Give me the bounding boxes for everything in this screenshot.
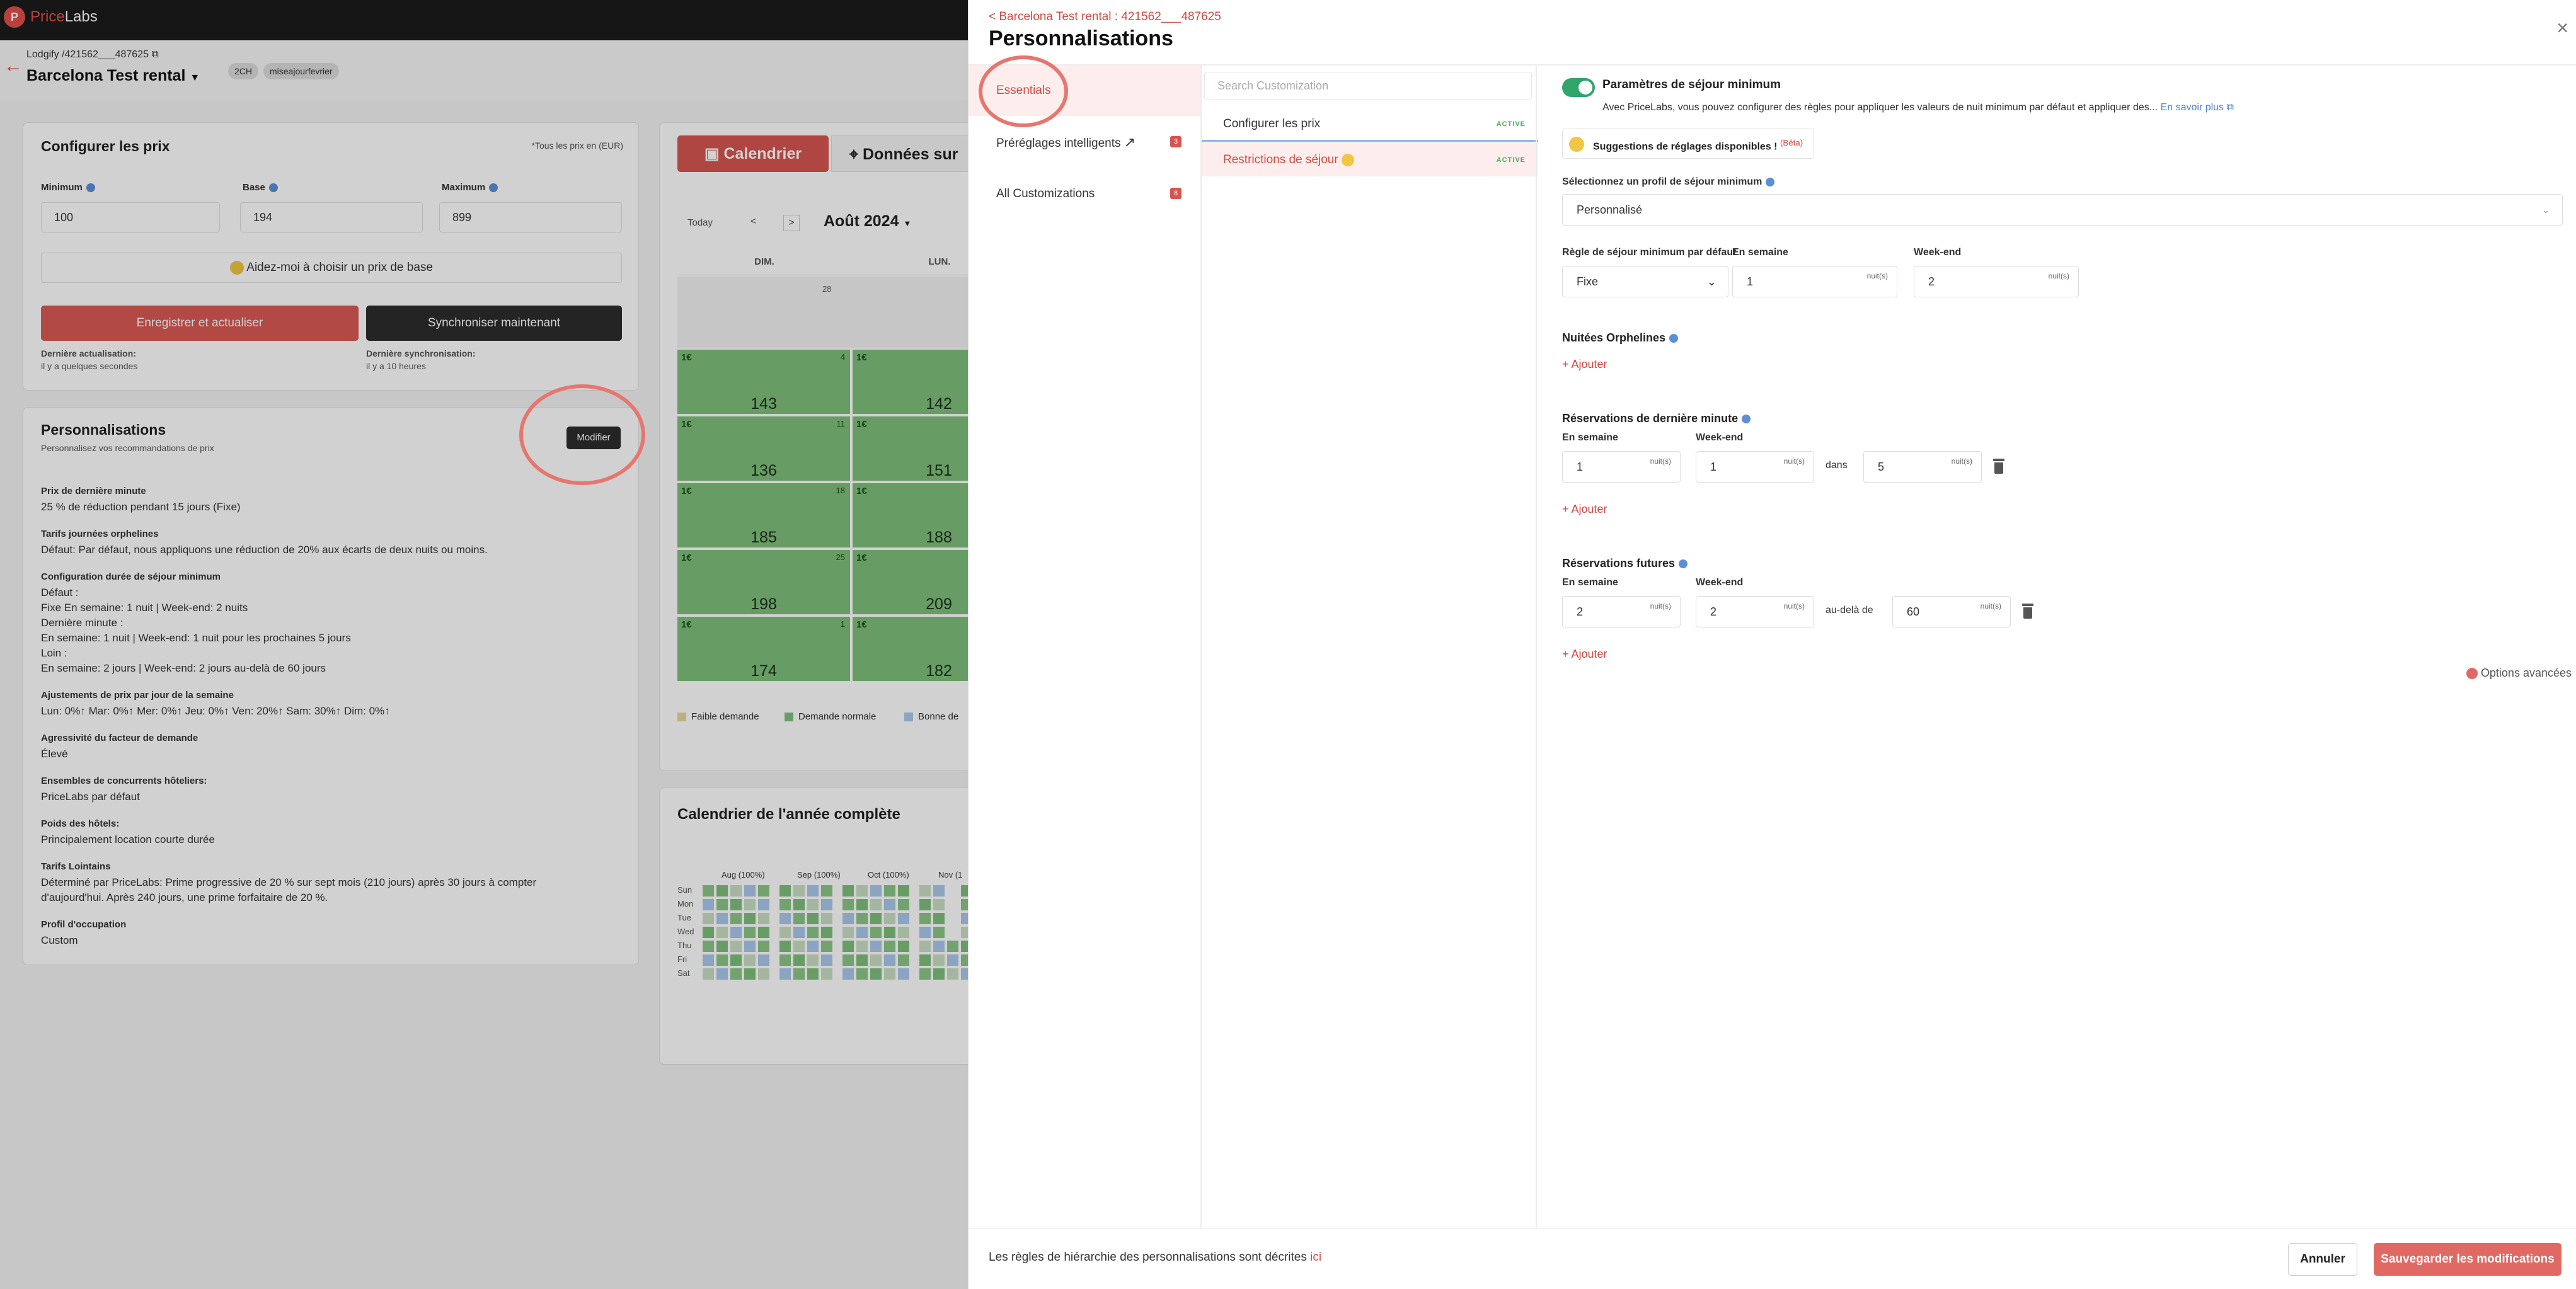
drawer-footer: Les règles de hiérarchie des personnalis… xyxy=(969,1229,2576,1289)
chevron-down-icon: ⌄ xyxy=(2542,205,2550,215)
panel-description: Avec PriceLabs, vous pouvez configurer d… xyxy=(1602,102,2234,113)
customization-item[interactable]: Configurer les prix ACTIVE xyxy=(1202,106,1538,142)
highlight-circle xyxy=(519,384,645,485)
trend-up-icon: ↗ xyxy=(1124,134,1136,150)
status-badge: ACTIVE xyxy=(1496,156,1526,164)
external-link-icon: ⧉ xyxy=(2226,102,2234,113)
lm-weekend-input[interactable]: 1 nuit(s) xyxy=(1696,451,1814,483)
lastminute-title: Réservations de dernière minute xyxy=(1562,412,1751,425)
info-icon xyxy=(1742,415,1751,424)
weekend-label: Week-end xyxy=(1696,577,1744,588)
weekday-label: En semaine xyxy=(1562,577,1618,588)
lightbulb-icon xyxy=(1569,137,1584,152)
default-weekday-input[interactable]: 1 nuit(s) xyxy=(1732,266,1897,297)
default-rule-label: Règle de séjour minimum par défaut xyxy=(1562,247,1737,258)
search-input[interactable]: Search Customization xyxy=(1204,72,1532,100)
drawer-title: Personnalisations xyxy=(989,26,1173,50)
info-icon xyxy=(1766,177,1775,186)
info-icon xyxy=(1679,559,1688,569)
weekday-label: En semaine xyxy=(1562,432,1618,443)
fut-weekday-input[interactable]: 2 nuit(s) xyxy=(1562,596,1681,627)
unit-label: nuit(s) xyxy=(1951,457,1972,466)
save-changes-button[interactable]: Sauvegarder les modifications xyxy=(2374,1243,2562,1276)
unit-label: nuit(s) xyxy=(1783,602,1805,610)
panel-title: Paramètres de séjour minimum xyxy=(1602,78,1781,91)
personalisations-drawer: < Barcelona Test rental : 421562___48762… xyxy=(968,0,2576,1289)
customization-item[interactable]: Restrictions de séjour ACTIVE xyxy=(1202,140,1538,176)
fut-weekend-input[interactable]: 2 nuit(s) xyxy=(1696,596,1814,627)
count-badge: 8 xyxy=(1170,188,1182,199)
weekend-label: Week-end xyxy=(1696,432,1744,443)
learn-more-link[interactable]: En savoir plus xyxy=(2161,102,2224,113)
info-icon xyxy=(1669,334,1679,343)
divider xyxy=(1200,66,1202,1229)
nav-all-customizations[interactable]: All Customizations 8 xyxy=(969,169,1200,219)
suggestions-text: Suggestions de réglages disponibles ! (B… xyxy=(1593,138,1803,152)
unit-label: nuit(s) xyxy=(1866,272,1888,280)
warning-icon xyxy=(1341,153,1354,166)
divider xyxy=(1536,66,1537,1229)
min-stay-toggle[interactable] xyxy=(1562,78,1595,97)
status-badge: ACTIVE xyxy=(1496,120,1526,128)
advanced-options[interactable]: Options avancées xyxy=(2466,667,2572,680)
beyond-label: au-delà de xyxy=(1826,605,1873,616)
default-rule-select[interactable]: Fixe ⌄ xyxy=(1562,266,1728,297)
hierarchy-note: Les règles de hiérarchie des personnalis… xyxy=(989,1251,1322,1264)
within-label: dans xyxy=(1826,460,1848,471)
unit-label: nuit(s) xyxy=(1650,457,1671,466)
modal-overlay[interactable] xyxy=(0,0,968,1289)
unit-label: nuit(s) xyxy=(1783,457,1805,466)
weekday-label: En semaine xyxy=(1732,247,1788,258)
count-badge: 3 xyxy=(1170,136,1182,147)
hierarchy-link[interactable]: ici xyxy=(1310,1251,1321,1264)
chevron-down-icon: ⌄ xyxy=(1706,275,1716,288)
orphan-title: Nuitées Orphelines xyxy=(1562,331,1679,345)
suggestions-banner[interactable]: Suggestions de réglages disponibles ! (B… xyxy=(1562,129,1814,159)
unit-label: nuit(s) xyxy=(2048,272,2069,280)
weekend-label: Week-end xyxy=(1914,247,1962,258)
plus-circle-icon xyxy=(2466,668,2478,680)
fut-days-input[interactable]: 60 nuit(s) xyxy=(1892,596,2011,627)
lm-weekday-input[interactable]: 1 nuit(s) xyxy=(1562,451,1681,483)
add-orphan-link[interactable]: + Ajouter xyxy=(1562,358,1607,371)
beta-tag: (Bêta) xyxy=(1780,138,1803,147)
add-lastminute-link[interactable]: + Ajouter xyxy=(1562,503,1607,516)
breadcrumb[interactable]: < Barcelona Test rental : 421562___48762… xyxy=(989,10,1221,24)
future-title: Réservations futures xyxy=(1562,557,1688,570)
profile-select[interactable]: Personnalisé ⌄ xyxy=(1562,194,2563,226)
divider xyxy=(969,64,2576,66)
default-weekend-input[interactable]: 2 nuit(s) xyxy=(1914,266,2079,297)
unit-label: nuit(s) xyxy=(1650,602,1671,610)
trash-icon[interactable] xyxy=(1993,459,2004,474)
trash-icon[interactable] xyxy=(2022,604,2033,619)
profile-label: Sélectionnez un profil de séjour minimum xyxy=(1562,176,1775,188)
close-icon[interactable]: × xyxy=(2556,16,2568,40)
add-future-link[interactable]: + Ajouter xyxy=(1562,648,1607,661)
cancel-button[interactable]: Annuler xyxy=(2288,1243,2357,1276)
highlight-circle xyxy=(979,55,1068,127)
nav-smart-presets[interactable]: Préréglages intelligents ↗ 3 xyxy=(969,117,1200,168)
lm-days-input[interactable]: 5 nuit(s) xyxy=(1863,451,1982,483)
unit-label: nuit(s) xyxy=(1980,602,2001,610)
